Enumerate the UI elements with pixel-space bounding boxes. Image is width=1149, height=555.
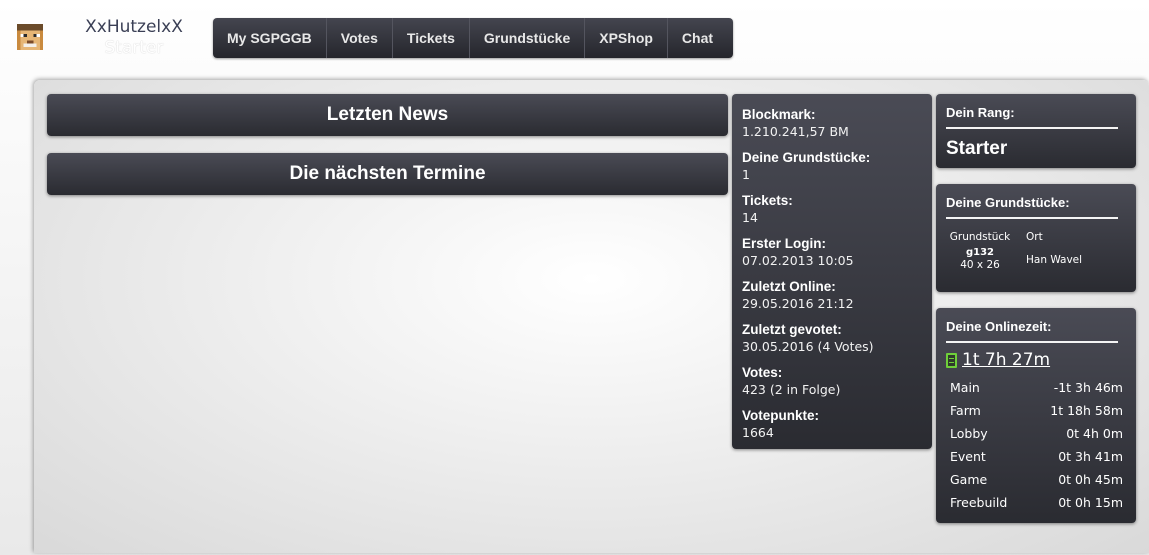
main-panel: Letzten News Die nächsten Termine Blockm… (34, 80, 1149, 553)
stat-label: Tickets: (742, 193, 793, 208)
plot-size: 40 x 26 (960, 259, 1000, 271)
stat-label: Votepunkte: (742, 408, 819, 423)
plots-box-title: Deine Grundstücke: (946, 195, 1070, 210)
plots-table-header: Grundstück Ort (936, 231, 1136, 243)
server-time: 0t 4h 0m (1066, 426, 1123, 441)
online-box-title: Deine Onlinezeit: (946, 319, 1052, 334)
nav-grundstuecke[interactable]: Grundstücke (468, 18, 584, 58)
stat-value: 29.05.2016 21:12 (742, 296, 854, 311)
stat-label: Erster Login: (742, 236, 827, 251)
stat-label: Zuletzt gevotet: (742, 322, 842, 337)
server-name: Freebuild (950, 495, 1008, 510)
events-header[interactable]: Die nächsten Termine (47, 153, 728, 195)
stat-label: Blockmark: (742, 107, 816, 122)
stat-label: Deine Grundstücke: (742, 150, 871, 165)
table-row[interactable]: g132 40 x 26 Han Wavel (936, 247, 1136, 272)
stat-value: 14 (742, 210, 758, 225)
divider (946, 217, 1118, 219)
stat-value: 30.05.2016 (4 Votes) (742, 339, 874, 354)
stat-value: 1 (742, 167, 750, 182)
stat-grundstuecke: Deine Grundstücke: 1 (742, 149, 922, 183)
plot-id: g132 (965, 247, 995, 258)
user-rank: Starter (104, 38, 164, 58)
stat-votes: Votes: 423 (2 in Folge) (742, 364, 922, 398)
nav-votes[interactable]: Votes (325, 18, 392, 58)
rank-box-title: Dein Rang: (946, 105, 1015, 120)
stat-label: Zuletzt Online: (742, 279, 836, 294)
server-time: 0t 0h 45m (1058, 472, 1123, 487)
stat-blockmark: Blockmark: 1.210.241,57 BM (742, 106, 922, 140)
nav-tickets[interactable]: Tickets (391, 18, 469, 58)
stat-label: Votes: (742, 365, 783, 380)
stat-votepoints: Votepunkte: 1664 (742, 407, 922, 441)
server-name: Event (950, 449, 986, 464)
account-stats-panel: Blockmark: 1.210.241,57 BM Deine Grundst… (732, 94, 932, 449)
nav-xpshop[interactable]: XPShop (584, 18, 667, 58)
stat-value: 423 (2 in Folge) (742, 382, 841, 397)
stat-value: 1.210.241,57 BM (742, 124, 849, 139)
document-icon[interactable] (946, 352, 957, 368)
server-time: -1t 3h 46m (1053, 380, 1123, 395)
column-header-location: Ort (1026, 231, 1043, 243)
stat-first-login: Erster Login: 07.02.2013 10:05 (742, 235, 922, 269)
server-time: 1t 18h 58m (1050, 403, 1123, 418)
plots-box: Deine Grundstücke: Grundstück Ort g132 4… (936, 184, 1136, 292)
stat-value: 07.02.2013 10:05 (742, 253, 854, 268)
column-header-plot: Grundstück (949, 231, 1011, 243)
player-head-avatar (17, 24, 43, 50)
online-time-box: Deine Onlinezeit: 1t 7h 27m Main -1t 3h … (936, 308, 1136, 523)
rank-box: Dein Rang: Starter (936, 94, 1136, 168)
plots-table: Grundstück Ort g132 40 x 26 Han Wavel (936, 231, 1136, 272)
online-total[interactable]: 1t 7h 27m (936, 343, 1136, 370)
plot-location: Han Wavel (1026, 253, 1083, 266)
list-item: Event 0t 3h 41m (950, 445, 1123, 468)
online-total-link[interactable]: 1t 7h 27m (962, 350, 1050, 370)
server-name: Main (950, 380, 980, 395)
list-item: Main -1t 3h 46m (950, 376, 1123, 399)
nav-my-sgpggb[interactable]: My SGPGGB (213, 18, 326, 58)
main-nav: My SGPGGB Votes Tickets Grundstücke XPSh… (213, 18, 733, 58)
news-header[interactable]: Letzten News (47, 94, 728, 136)
stat-last-online: Zuletzt Online: 29.05.2016 21:12 (742, 278, 922, 312)
stat-tickets: Tickets: 14 (742, 192, 922, 226)
list-item: Game 0t 0h 45m (950, 468, 1123, 491)
server-time: 0t 3h 41m (1058, 449, 1123, 464)
list-item: Freebuild 0t 0h 15m (950, 491, 1123, 514)
stat-last-voted: Zuletzt gevotet: 30.05.2016 (4 Votes) (742, 321, 922, 355)
stat-value: 1664 (742, 425, 774, 440)
list-item: Farm 1t 18h 58m (950, 399, 1123, 422)
nav-chat[interactable]: Chat (666, 18, 727, 58)
list-item: Lobby 0t 4h 0m (950, 422, 1123, 445)
username: XxHutzelxX (85, 17, 183, 37)
plot-cell: g132 40 x 26 (936, 247, 1024, 272)
server-name: Farm (950, 403, 981, 418)
online-time-list: Main -1t 3h 46m Farm 1t 18h 58m Lobby 0t… (936, 370, 1136, 514)
server-time: 0t 0h 15m (1058, 495, 1123, 510)
server-name: Game (950, 472, 988, 487)
server-name: Lobby (950, 426, 988, 441)
rank-name: Starter (946, 138, 1008, 159)
user-block: XxHutzelxX Starter (70, 17, 198, 59)
